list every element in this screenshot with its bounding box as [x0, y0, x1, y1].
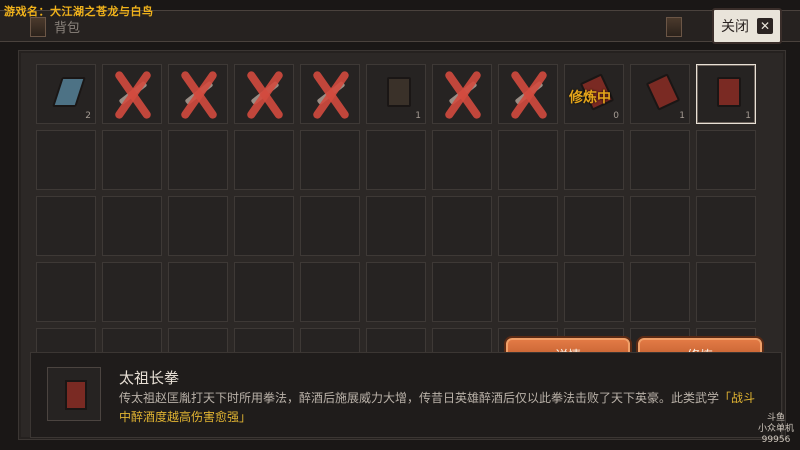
book-icon — [52, 77, 86, 107]
item-count: 1 — [415, 111, 421, 121]
inventory-slot[interactable] — [102, 196, 162, 256]
inventory-slot[interactable] — [102, 130, 162, 190]
item-detail-panel: 太祖长拳 传太祖赵匡胤打天下时所用拳法，醉酒后施展威力大增，传昔日英雄醉酒后仅以… — [30, 352, 782, 438]
inventory-slot[interactable] — [564, 262, 624, 322]
inventory-slot[interactable] — [300, 262, 360, 322]
inventory-slot[interactable] — [498, 262, 558, 322]
unusable-cross-icon — [109, 71, 157, 119]
watermark-id: 99956 — [761, 435, 791, 445]
inventory-slot[interactable] — [366, 130, 426, 190]
inventory-slot[interactable] — [300, 64, 360, 124]
inventory-slot[interactable] — [696, 262, 756, 322]
inventory-slot[interactable] — [696, 196, 756, 256]
close-button[interactable]: 关闭 ✕ — [712, 8, 782, 44]
inventory-slot[interactable] — [234, 64, 294, 124]
book-icon — [645, 73, 681, 111]
inventory-grid: 2 1 修炼中 0 1 1 — [36, 64, 766, 388]
unusable-cross-icon — [439, 71, 487, 119]
inventory-slot[interactable]: 1 — [366, 64, 426, 124]
book-icon — [387, 77, 411, 107]
inventory-slot[interactable] — [168, 262, 228, 322]
inventory-slot[interactable] — [366, 196, 426, 256]
inventory-slot[interactable] — [300, 196, 360, 256]
unusable-cross-icon — [175, 71, 223, 119]
inventory-slot[interactable] — [36, 196, 96, 256]
inventory-slot[interactable]: 修炼中 0 — [564, 64, 624, 124]
inventory-slot[interactable] — [168, 196, 228, 256]
inventory-slot[interactable] — [102, 262, 162, 322]
game-name-overlay: 游戏名：大江湖之苍龙与白鸟 — [4, 5, 154, 18]
inventory-slot[interactable] — [630, 262, 690, 322]
inventory-slot[interactable] — [168, 130, 228, 190]
header-ornament-right — [666, 17, 682, 37]
watermark: 斗鱼 小众单机 99956 — [758, 413, 794, 446]
inventory-slot[interactable] — [630, 196, 690, 256]
inventory-slot[interactable] — [234, 196, 294, 256]
item-name: 太祖长拳 — [119, 369, 180, 387]
inventory-slot[interactable] — [498, 130, 558, 190]
book-icon — [65, 380, 87, 410]
item-count: 0 — [613, 111, 619, 121]
inventory-slot[interactable] — [234, 262, 294, 322]
inventory-slot[interactable] — [366, 262, 426, 322]
item-count: 1 — [679, 111, 685, 121]
close-label: 关闭 — [721, 19, 749, 35]
window-title: 背包 — [54, 21, 81, 36]
header-ornament-left — [30, 17, 46, 37]
item-description-text: 传太祖赵匡胤打天下时所用拳法，醉酒后施展威力大增，传昔日英雄醉酒后仅以此拳法击败… — [119, 391, 720, 405]
inventory-slot[interactable] — [36, 262, 96, 322]
inventory-slot[interactable] — [498, 64, 558, 124]
item-description: 传太祖赵匡胤打天下时所用拳法，醉酒后施展威力大增，传昔日英雄醉酒后仅以此拳法击败… — [119, 389, 759, 427]
inventory-slot[interactable] — [234, 130, 294, 190]
inventory-slot[interactable] — [564, 130, 624, 190]
inventory-slot[interactable]: 2 — [36, 64, 96, 124]
inventory-slot[interactable] — [300, 130, 360, 190]
inventory-slot[interactable] — [168, 64, 228, 124]
inventory-slot[interactable] — [696, 130, 756, 190]
inventory-slot[interactable] — [432, 64, 492, 124]
inventory-slot[interactable] — [432, 262, 492, 322]
inventory-slot[interactable] — [36, 130, 96, 190]
unusable-cross-icon — [307, 71, 355, 119]
book-icon — [717, 77, 741, 107]
watermark-sub: 小众单机 — [757, 424, 794, 434]
inventory-slot[interactable] — [432, 130, 492, 190]
watermark-brand: 斗鱼 — [766, 413, 785, 423]
inventory-slot[interactable] — [564, 196, 624, 256]
unusable-cross-icon — [241, 71, 289, 119]
item-count: 1 — [745, 111, 751, 121]
inventory-slot[interactable]: 1 — [696, 64, 756, 124]
inventory-slot[interactable] — [630, 130, 690, 190]
inventory-slot[interactable] — [498, 196, 558, 256]
inventory-slot[interactable] — [432, 196, 492, 256]
x-icon: ✕ — [757, 18, 773, 34]
item-detail-icon — [47, 367, 101, 421]
inventory-slot[interactable] — [102, 64, 162, 124]
inventory-slot[interactable]: 1 — [630, 64, 690, 124]
unusable-cross-icon — [505, 71, 553, 119]
training-status: 修炼中 — [569, 90, 611, 106]
item-count: 2 — [85, 111, 91, 121]
